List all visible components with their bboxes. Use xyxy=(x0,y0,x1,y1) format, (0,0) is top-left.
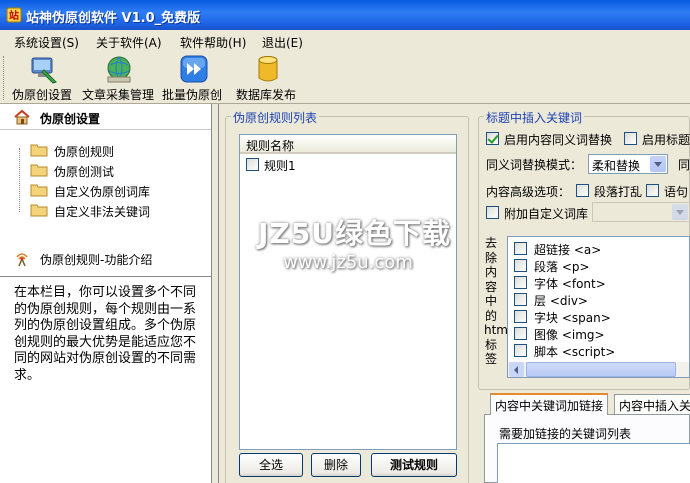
intro-title: 伪原创规则-功能介绍 xyxy=(40,253,153,267)
toolbar-collect-label: 文章采集管理 xyxy=(82,88,155,102)
rule-row-name: 规则1 xyxy=(264,159,296,173)
mode-suffix-label: 同 xyxy=(678,158,690,172)
menu-system-settings[interactable]: 系统设置(S) xyxy=(14,34,79,51)
tag-label: 字体 <font> xyxy=(534,277,606,291)
tree-connector xyxy=(19,148,20,212)
window-title: 站神伪原创软件 V1.0_免费版 xyxy=(26,11,201,26)
tab-keyword-links[interactable]: 内容中关键词加链接 xyxy=(490,393,609,415)
rules-panel-title: 伪原创规则列表 xyxy=(231,109,320,126)
rule-row-checkbox[interactable] xyxy=(246,158,259,171)
shuffle-label: 段落打乱 xyxy=(594,185,643,199)
toolbar-batch-label: 批量伪原创 xyxy=(162,88,223,102)
sidebar-header: 伪原创设置 xyxy=(0,104,211,130)
database-icon xyxy=(258,56,278,82)
toolbar-db-button[interactable]: 数据库发布 xyxy=(236,54,300,102)
folder-icon xyxy=(30,184,48,197)
settings-icon xyxy=(31,57,57,84)
delete-button[interactable]: 删除 xyxy=(311,453,361,477)
svg-text:站: 站 xyxy=(9,9,19,22)
tags-list[interactable]: 超链接 <a> 段落 <p> 字体 <font> 层 <div> 字块 <spa… xyxy=(507,236,690,378)
sidebar-item-label: 伪原创测试 xyxy=(54,165,115,179)
tab-panel: 需要加链接的关键词列表 xyxy=(484,414,690,483)
app-window: 站 站神伪原创软件 V1.0_免费版 系统设置(S) 关于软件(A) 软件帮助(… xyxy=(0,0,690,483)
chevron-down-icon[interactable] xyxy=(672,204,688,220)
folder-icon xyxy=(30,204,48,217)
custom-lib-label: 附加自定义词库 xyxy=(504,207,589,221)
tag-label: 段落 <p> xyxy=(534,260,590,274)
toolbar-collect-button[interactable]: 文章采集管理 xyxy=(82,54,156,102)
tag-checkbox[interactable] xyxy=(514,310,527,323)
fast-forward-icon xyxy=(180,55,208,83)
select-all-button[interactable]: 全选 xyxy=(239,453,303,477)
sidebar-item-label: 自定义非法关键词 xyxy=(54,205,151,219)
settings-group-title: 标题中插入关键词 xyxy=(484,109,585,126)
tags-scrollbar[interactable] xyxy=(508,362,689,377)
tag-label: 脚本 <script> xyxy=(534,345,616,359)
globe-icon xyxy=(107,56,131,83)
scrollbar-thumb[interactable] xyxy=(526,362,676,377)
toolbar: 伪原创设置 文章采集管理 批量伪原创 数据库发布 xyxy=(0,52,690,104)
title-enable-checkbox[interactable] xyxy=(624,132,637,145)
column-header-rule-name: 规则名称 xyxy=(246,139,295,153)
keyword-list-label: 需要加链接的关键词列表 xyxy=(499,427,632,441)
advanced-options-label: 内容高级选项： xyxy=(486,185,571,199)
scroll-left-icon[interactable] xyxy=(509,362,524,377)
shuffle-checkbox[interactable] xyxy=(576,184,589,197)
tag-checkbox[interactable] xyxy=(514,344,527,357)
synonym-replace-checkbox[interactable] xyxy=(486,132,499,145)
menu-bar: 系统设置(S) 关于软件(A) 软件帮助(H) 退出(E) xyxy=(0,30,690,52)
tag-label: 字块 <span> xyxy=(534,311,611,325)
menu-help[interactable]: 软件帮助(H) xyxy=(180,34,246,51)
synonym-replace-label: 启用内容同义词替换 xyxy=(504,133,613,147)
tag-checkbox[interactable] xyxy=(514,293,527,306)
test-rule-button[interactable]: 测试规则 xyxy=(371,453,457,477)
tag-checkbox[interactable] xyxy=(514,259,527,272)
folder-icon xyxy=(30,164,48,177)
app-icon: 站 xyxy=(6,7,22,23)
keyword-list-textarea[interactable] xyxy=(497,443,690,483)
toolbar-db-label: 数据库发布 xyxy=(236,88,297,102)
broadcast-icon xyxy=(16,253,28,267)
mode-select-value: 柔和替换 xyxy=(592,159,641,173)
settings-panel: 标题中插入关键词 启用内容同义词替换 启用标题 同义词替换模式： 柔和替换 同 … xyxy=(476,104,690,483)
sentence-checkbox[interactable] xyxy=(646,184,659,197)
table-row[interactable]: 规则1 xyxy=(244,157,444,173)
title-bar[interactable]: 站 站神伪原创软件 V1.0_免费版 xyxy=(0,0,690,30)
title-enable-label: 启用标题 xyxy=(642,133,690,147)
tag-checkbox[interactable] xyxy=(514,276,527,289)
keyword-tabs: 内容中关键词加链接 内容中插入关键 需要加链接的关键词列表 xyxy=(484,393,690,483)
rules-list[interactable]: 规则名称 规则1 xyxy=(239,134,457,450)
menu-about[interactable]: 关于软件(A) xyxy=(96,34,162,51)
intro-text: 在本栏目，你可以设置多个不同的伪原创规则，每个规则由一系列的伪原创设置组成。多个… xyxy=(0,276,211,483)
tag-checkbox[interactable] xyxy=(514,327,527,340)
intro-header: 伪原创规则-功能介绍 xyxy=(0,248,211,270)
sidebar-item-label: 自定义伪原创词库 xyxy=(54,185,151,199)
sidebar-item-label: 伪原创规则 xyxy=(54,145,115,159)
tag-label: 超链接 <a> xyxy=(534,243,602,257)
toolbar-settings-label: 伪原创设置 xyxy=(12,88,73,102)
tab-insert-keywords[interactable]: 内容中插入关键 xyxy=(614,394,690,414)
remove-tags-label: 去除内容中的html标签 xyxy=(484,236,512,366)
rules-panel: 伪原创规则列表 规则名称 规则1 全选 删除 测试规则 xyxy=(218,104,470,483)
toolbar-settings-button[interactable]: 伪原创设置 xyxy=(12,54,76,102)
folder-icon xyxy=(30,144,48,157)
tag-label: 层 <div> xyxy=(534,294,588,308)
home-icon xyxy=(14,109,30,125)
mode-label: 同义词替换模式： xyxy=(486,158,583,172)
toolbar-batch-button[interactable]: 批量伪原创 xyxy=(162,54,226,102)
sidebar: 伪原创设置 伪原创规则 伪原创测试 自定义伪原创词库 自定义非法关键词 伪原创规… xyxy=(0,104,212,483)
custom-lib-select[interactable] xyxy=(592,202,690,222)
toolbar-grip[interactable] xyxy=(3,56,6,100)
menu-exit[interactable]: 退出(E) xyxy=(262,34,303,51)
chevron-down-icon[interactable] xyxy=(650,156,666,172)
custom-lib-checkbox[interactable] xyxy=(486,206,499,219)
sentence-label: 语句 xyxy=(664,185,689,199)
mode-select[interactable]: 柔和替换 xyxy=(588,154,668,174)
sidebar-title: 伪原创设置 xyxy=(40,112,101,126)
tag-label: 图像 <img> xyxy=(534,328,605,342)
tag-checkbox[interactable] xyxy=(514,242,527,255)
rules-list-header[interactable]: 规则名称 xyxy=(240,135,456,154)
